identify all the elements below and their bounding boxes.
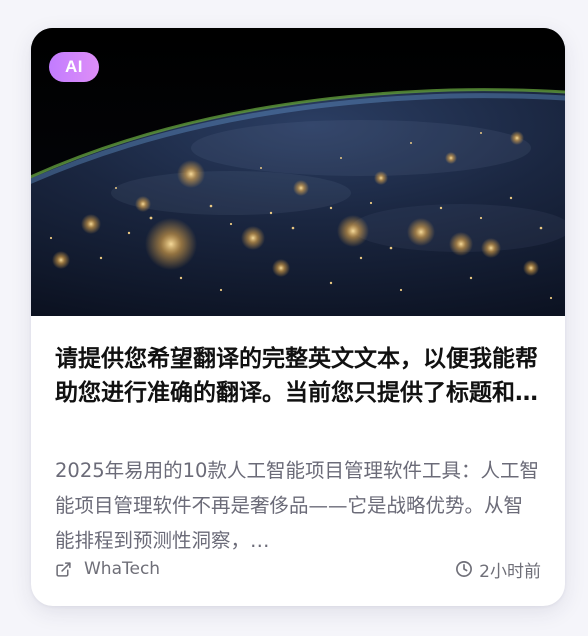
earth-night-image (31, 28, 565, 316)
article-title[interactable]: 请提供您希望翻译的完整英文文本，以便我能帮助您进行准确的翻译。当前您只提供了标题… (55, 342, 541, 410)
hero-image[interactable]: AI (31, 28, 565, 316)
source-name: WhaTech (84, 559, 161, 579)
external-link-icon (56, 561, 71, 577)
clock-icon (456, 561, 473, 577)
card-footer: WhaTech 2小时前 (55, 556, 541, 582)
ai-badge: AI (49, 52, 99, 82)
article-excerpt: 2025年易用的10款人工智能项目管理软件工具：人工智能项目管理软件不再是奢侈品… (55, 459, 539, 552)
news-card[interactable]: AI 请提供您希望翻译的完整英文文本，以便我能帮助您进行准确的翻译。当前您只提供… (31, 28, 565, 606)
timestamp: 2小时前 (455, 557, 541, 582)
time-ago: 2小时前 (479, 561, 541, 582)
source-link[interactable]: WhaTech (55, 559, 160, 579)
